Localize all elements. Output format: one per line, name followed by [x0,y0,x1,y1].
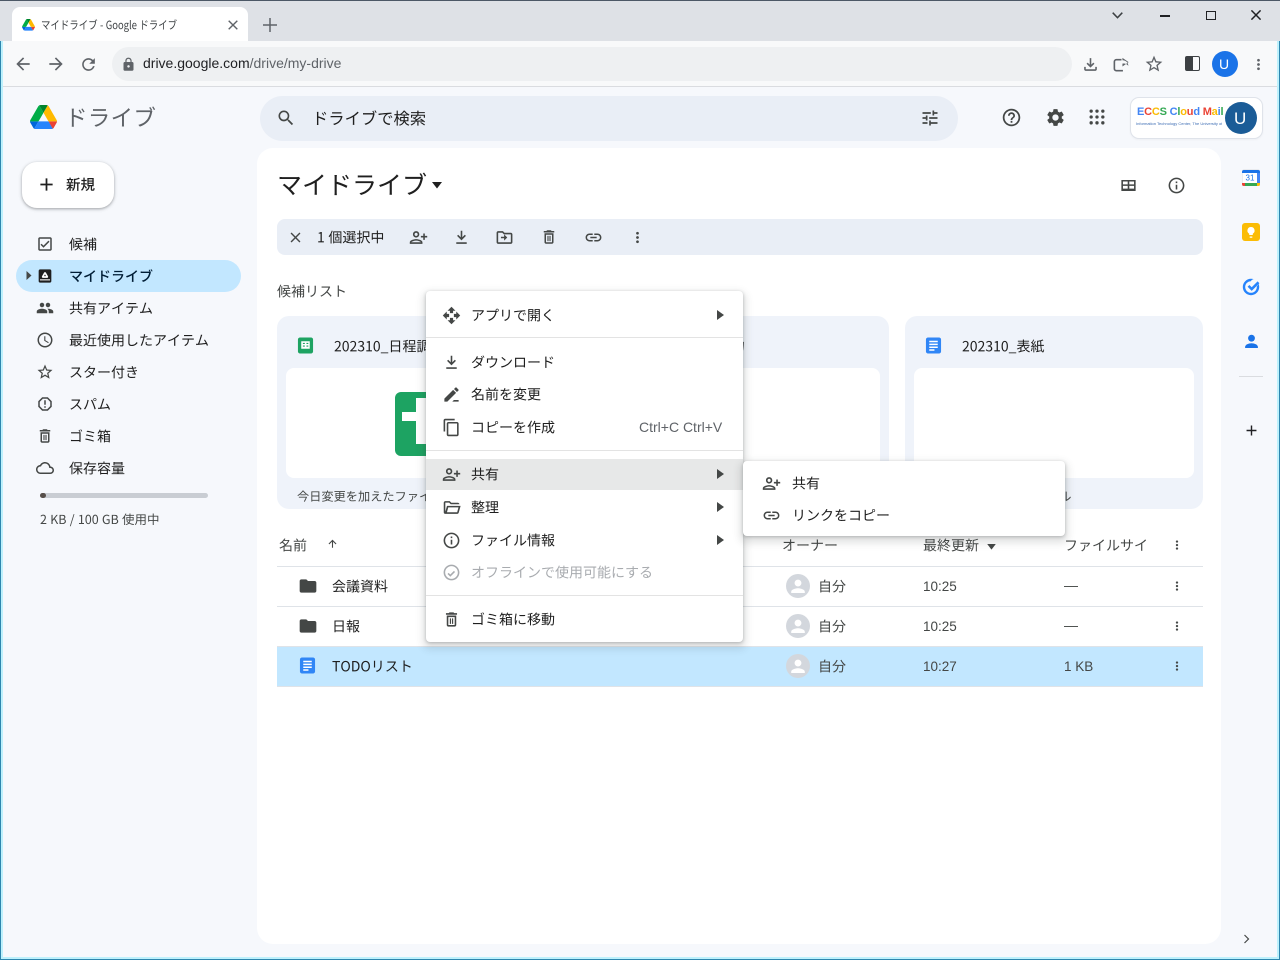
svg-text:31: 31 [1246,174,1255,183]
